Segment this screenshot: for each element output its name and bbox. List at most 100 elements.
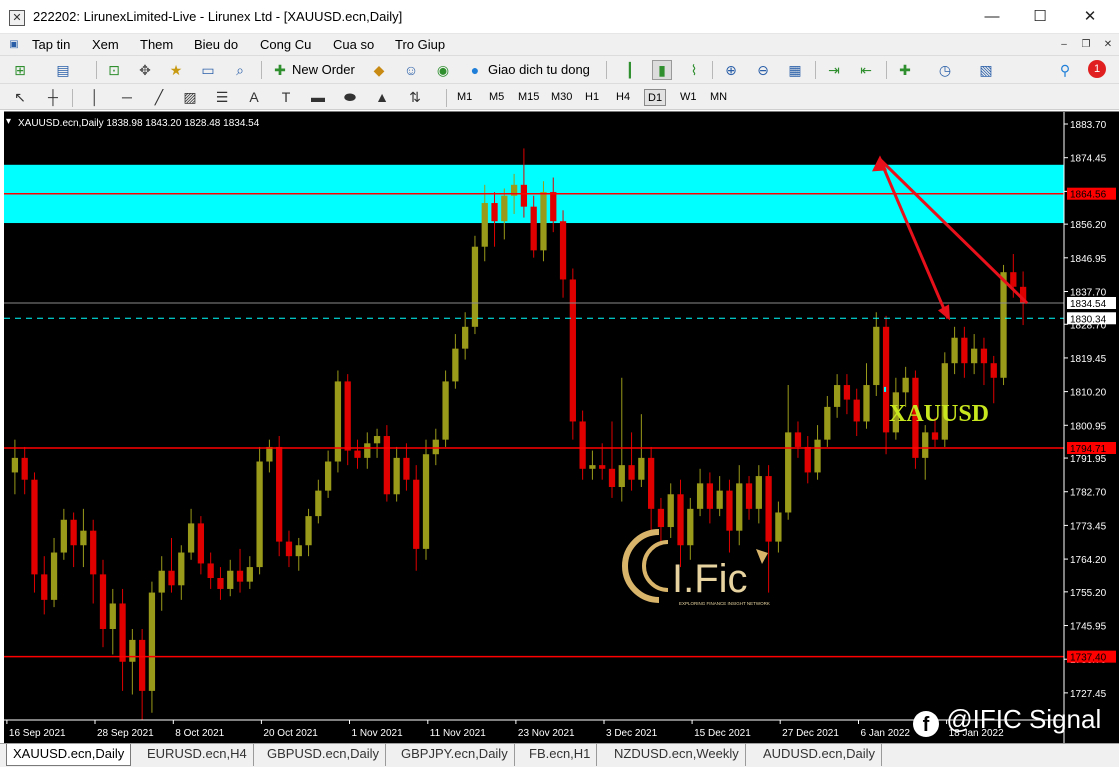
- menu-window[interactable]: Cua so: [333, 37, 374, 52]
- price-axis-label: 1819.45: [1070, 354, 1107, 365]
- bar-chart-icon[interactable]: ┃: [620, 60, 640, 80]
- templates-icon[interactable]: ▧: [976, 60, 996, 80]
- tab-audusd[interactable]: AUDUSD.ecn,Daily: [757, 744, 882, 766]
- community-icon[interactable]: ☺: [401, 60, 421, 80]
- candle-body: [569, 279, 576, 422]
- menu-bar: ▣ Tap tin Xem Them Bieu do Cong Cu Cua s…: [0, 34, 1119, 56]
- candle-body: [824, 406, 831, 440]
- candle-body: [324, 461, 332, 491]
- search-icon[interactable]: ⚲: [1055, 60, 1075, 80]
- rectangle-icon[interactable]: ▬: [308, 87, 328, 107]
- standard-toolbar: ⊞ ▤ ⊡ ✥ ★ ▭ ⌕ ✚ New Order ◆ ☺ ◉ ● Giao d…: [0, 56, 1119, 84]
- candle-body: [148, 592, 156, 691]
- signals-icon[interactable]: ◉: [433, 60, 453, 80]
- candle-body: [50, 552, 58, 600]
- tab-fb[interactable]: FB.ecn,H1: [523, 744, 598, 766]
- menu-help[interactable]: Tro Giup: [395, 37, 445, 52]
- close-button[interactable]: ✕: [1067, 0, 1113, 34]
- collapse-arrow-icon[interactable]: ▾: [6, 116, 11, 127]
- timeframe-m5[interactable]: M5: [486, 89, 507, 106]
- tab-eurusd[interactable]: EURUSD.ecn,H4: [141, 744, 254, 766]
- menu-charts[interactable]: Bieu do: [194, 37, 238, 52]
- horizontal-line-icon[interactable]: ─: [117, 87, 137, 107]
- text-icon[interactable]: A: [244, 87, 264, 107]
- chart-shift-icon[interactable]: ⇤: [856, 60, 876, 80]
- triangle-icon[interactable]: ▲: [372, 87, 392, 107]
- terminal-icon[interactable]: ▭: [198, 60, 218, 80]
- date-axis-label: 11 Nov 2021: [430, 728, 486, 739]
- chart-canvas[interactable]: 1883.701874.451865.201856.201846.951837.…: [4, 112, 1119, 744]
- timeframe-mn[interactable]: MN: [707, 89, 730, 106]
- tab-gbpusd[interactable]: GBPUSD.ecn,Daily: [261, 744, 386, 766]
- tab-nzdusd[interactable]: NZDUSD.ecn,Weekly: [608, 744, 746, 766]
- metaeditor-icon[interactable]: ◆: [369, 60, 389, 80]
- notification-badge[interactable]: 1: [1088, 60, 1106, 78]
- periods-icon[interactable]: ◷: [935, 60, 955, 80]
- tab-gbpjpy[interactable]: GBPJPY.ecn,Daily: [395, 744, 515, 766]
- candle-body: [589, 465, 596, 469]
- zoom-out-icon[interactable]: ⊖: [753, 60, 773, 80]
- tab-xauusd[interactable]: XAUUSD.ecn,Daily: [6, 744, 132, 766]
- menu-tools[interactable]: Cong Cu: [260, 37, 311, 52]
- trendline-icon[interactable]: ╱: [149, 87, 169, 107]
- timeframe-d1[interactable]: D1: [644, 89, 667, 106]
- toolbar-separator: [712, 61, 713, 79]
- timeframe-m15[interactable]: M15: [515, 89, 542, 106]
- candle-body: [530, 206, 537, 251]
- channel-icon[interactable]: ▨: [180, 87, 200, 107]
- candle-body: [168, 570, 175, 586]
- timeframe-h4[interactable]: H4: [613, 89, 633, 106]
- facebook-icon: f: [913, 711, 939, 737]
- new-chart-icon[interactable]: ⊞: [10, 60, 30, 80]
- minimize-button[interactable]: —: [969, 0, 1015, 34]
- child-close-icon[interactable]: ✕: [1100, 38, 1116, 52]
- timeframe-h1[interactable]: H1: [582, 89, 602, 106]
- candle-body: [971, 348, 978, 364]
- new-order-button[interactable]: New Order: [292, 62, 355, 77]
- price-tag-resistance: 1864.56: [1070, 190, 1107, 201]
- menu-view[interactable]: Xem: [92, 37, 119, 52]
- line-chart-icon[interactable]: ⌇: [684, 60, 704, 80]
- child-minimize-icon[interactable]: –: [1056, 38, 1072, 52]
- navigator-icon[interactable]: ★: [166, 60, 186, 80]
- timeframe-w1[interactable]: W1: [677, 89, 700, 106]
- vertical-line-icon[interactable]: │: [85, 87, 105, 107]
- auto-trading-button[interactable]: Giao dich tu dong: [488, 62, 590, 77]
- menu-file[interactable]: Tap tin: [32, 37, 70, 52]
- auto-trading-icon[interactable]: ●: [465, 60, 485, 80]
- candle-body: [687, 508, 694, 546]
- tile-windows-icon[interactable]: ▦: [785, 60, 805, 80]
- market-watch-icon[interactable]: ⊡: [104, 60, 124, 80]
- candle-body: [814, 439, 821, 473]
- chart-window-icon[interactable]: ▣: [6, 38, 22, 52]
- price-axis-label: 1856.20: [1070, 220, 1107, 231]
- fibonacci-icon[interactable]: ☰: [212, 87, 232, 107]
- toolbar-separator: [815, 61, 816, 79]
- timeframe-m1[interactable]: M1: [454, 89, 475, 106]
- child-restore-icon[interactable]: ❐: [1078, 38, 1094, 52]
- strategy-tester-icon[interactable]: ⌕: [230, 60, 250, 80]
- new-order-icon[interactable]: ✚: [270, 60, 290, 80]
- menu-insert[interactable]: Them: [140, 37, 173, 52]
- date-axis-label: 23 Nov 2021: [518, 728, 575, 739]
- candlestick-chart-icon[interactable]: ▮: [652, 60, 672, 80]
- auto-scroll-icon[interactable]: ⇥: [824, 60, 844, 80]
- ellipse-icon[interactable]: ⬬: [340, 87, 360, 107]
- text-label-icon[interactable]: T: [276, 87, 296, 107]
- app-logo-icon: ✕: [9, 10, 25, 26]
- maximize-button[interactable]: ☐: [1017, 0, 1063, 34]
- candle-body: [256, 461, 263, 568]
- candle-body: [11, 457, 19, 473]
- data-window-icon[interactable]: ✥: [135, 60, 155, 80]
- price-chart[interactable]: 1883.701874.451865.201856.201846.951837.…: [4, 111, 1119, 744]
- cursor-icon[interactable]: ↖: [10, 87, 30, 107]
- crosshair-icon[interactable]: ┼: [43, 87, 63, 107]
- arrows-icon[interactable]: ⇅: [405, 87, 425, 107]
- candle-body: [119, 603, 126, 662]
- timeframe-m30[interactable]: M30: [548, 89, 575, 106]
- profiles-icon[interactable]: ▤: [53, 60, 73, 80]
- watermark: f @IFIC Signal: [913, 704, 1101, 737]
- zoom-in-icon[interactable]: ⊕: [721, 60, 741, 80]
- indicators-icon[interactable]: ✚: [895, 60, 915, 80]
- candle-body: [579, 421, 586, 469]
